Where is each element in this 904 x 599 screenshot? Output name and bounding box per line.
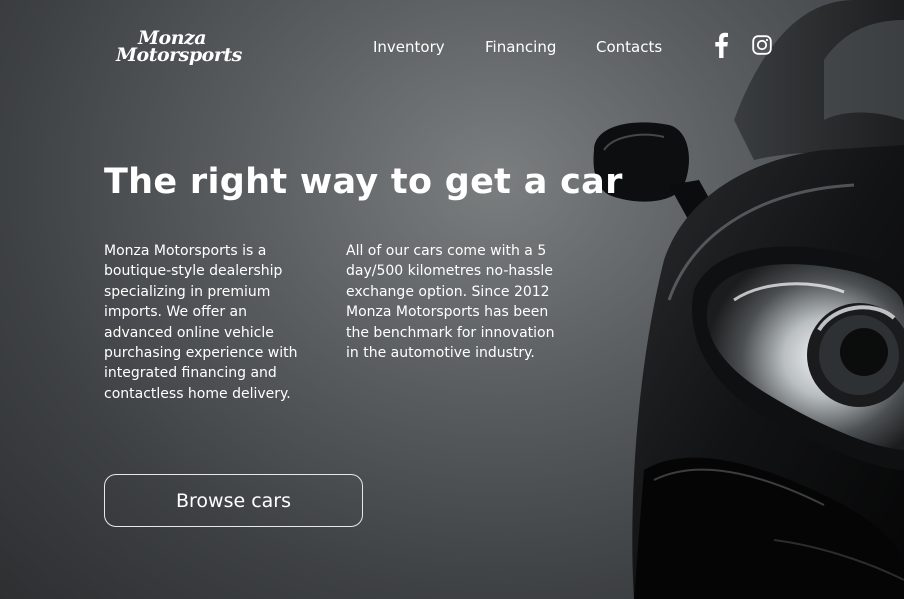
hero-title: The right way to get a car — [104, 162, 623, 202]
hero-paragraph-about: Monza Motorsports is a boutique-style de… — [104, 243, 298, 402]
brand-logo[interactable]: Monza Motorsports — [116, 29, 266, 66]
page: Monza Motorsports Inventory Financing Co… — [0, 0, 904, 599]
facebook-icon[interactable] — [712, 32, 730, 58]
nav-contacts-link[interactable]: Contacts — [596, 38, 662, 56]
social-links — [712, 32, 774, 58]
nav-inventory-link[interactable]: Inventory — [373, 38, 445, 56]
brand-logo-line2: Motorsports — [116, 44, 242, 66]
instagram-icon[interactable] — [752, 35, 772, 55]
car-image — [593, 0, 904, 599]
nav-financing-link[interactable]: Financing — [485, 38, 556, 56]
browse-cars-button[interactable]: Browse cars — [104, 474, 363, 527]
hero-paragraph-guarantee: All of our cars come with a 5 day/500 ki… — [346, 243, 555, 362]
